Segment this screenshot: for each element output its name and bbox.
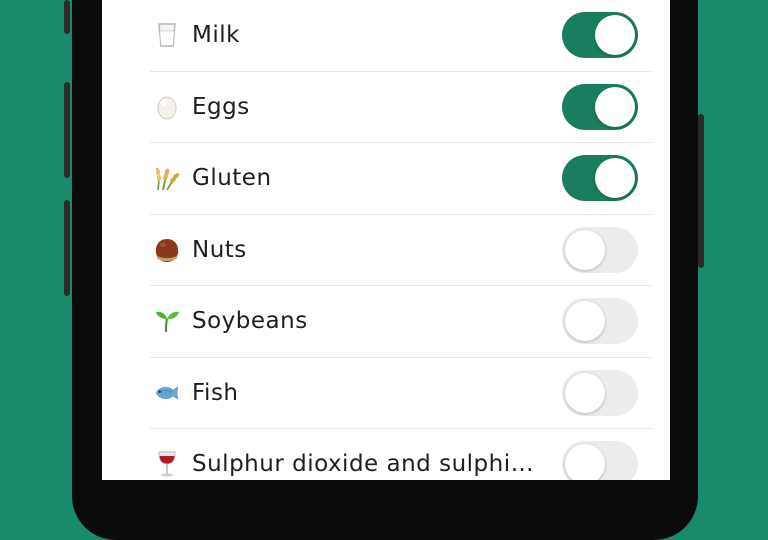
toggle-knob	[565, 229, 605, 270]
toggle-knob	[565, 444, 605, 480]
fish-icon	[154, 380, 180, 406]
allergen-label: Milk	[192, 22, 240, 49]
wheat-icon	[154, 165, 180, 191]
toggle-knob	[595, 15, 635, 56]
allergen-toggle-gluten[interactable]	[562, 155, 638, 202]
chestnut-icon	[154, 237, 180, 263]
app-screen: Milk Eggs Gluten Nuts Soybeans Fish Sulp…	[102, 0, 670, 480]
allergen-row-milk: Milk	[150, 0, 652, 72]
toggle-knob	[565, 301, 605, 342]
allergen-label: Sulphur dioxide and sulphi…	[192, 451, 535, 478]
toggle-knob	[595, 158, 635, 199]
allergen-label: Gluten	[192, 165, 272, 192]
side-button-left-bottom	[64, 200, 70, 296]
allergen-row-gluten: Gluten	[150, 143, 652, 215]
allergen-row-sulphur-dioxide: Sulphur dioxide and sulphi…	[150, 429, 652, 480]
allergen-row-nuts: Nuts	[150, 215, 652, 286]
allergen-row-fish: Fish	[150, 358, 652, 429]
allergen-toggle-nuts[interactable]	[562, 226, 638, 273]
side-button-left-mid	[64, 82, 70, 178]
side-button-right	[698, 114, 704, 268]
toggle-knob	[565, 372, 605, 413]
milk-glass-icon	[154, 22, 180, 48]
allergen-row-eggs: Eggs	[150, 72, 652, 143]
allergen-label: Fish	[192, 379, 239, 406]
allergen-label: Nuts	[192, 236, 247, 263]
side-button-left-top	[64, 0, 70, 34]
allergen-toggle-milk[interactable]	[562, 12, 638, 59]
allergen-toggle-eggs[interactable]	[562, 83, 638, 130]
seedling-icon	[154, 308, 180, 334]
egg-icon	[154, 94, 180, 120]
allergen-toggle-sulphur-dioxide[interactable]	[562, 441, 638, 480]
wine-glass-icon	[154, 451, 180, 477]
allergen-label: Soybeans	[192, 308, 308, 335]
allergen-label: Eggs	[192, 93, 250, 120]
allergen-list: Milk Eggs Gluten Nuts Soybeans Fish Sulp…	[150, 0, 652, 480]
allergen-row-soybeans: Soybeans	[150, 286, 652, 358]
toggle-knob	[595, 86, 635, 127]
allergen-toggle-soybeans[interactable]	[562, 298, 638, 345]
allergen-toggle-fish[interactable]	[562, 369, 638, 416]
